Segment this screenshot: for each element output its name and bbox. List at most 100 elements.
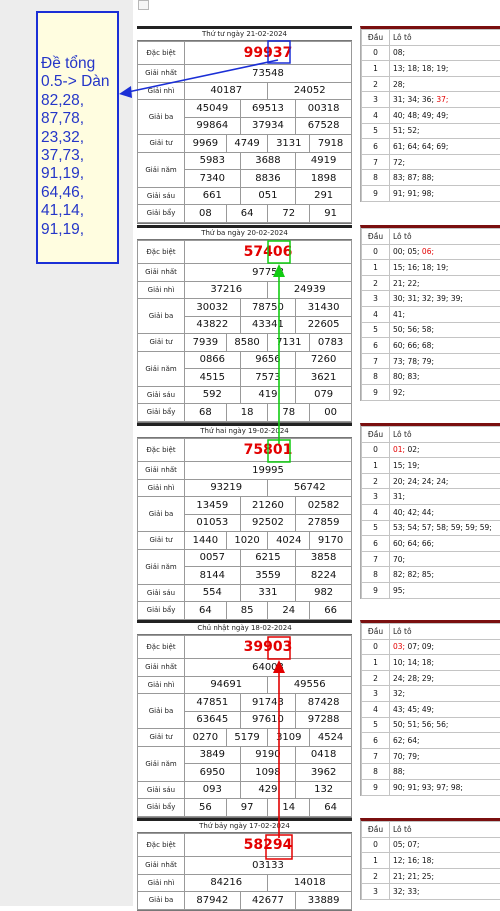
loto-head-digit: 2 [362,473,390,489]
loto-numbers: 21; 22; [390,275,500,291]
third-prize-value: 97288 [296,711,352,729]
loto-numbers: 50; 51; 56; 56; [390,717,500,733]
loto-head-digit: 9 [362,582,390,598]
loto-row: 662; 64; [362,733,500,749]
loto-table: ĐầuLô tô005; 07;112; 16; 18;221; 21; 25;… [360,818,500,900]
loto-highlight: 03; [393,642,405,651]
loto-numbers: 53; 54; 57; 58; 59; 59; 59; [390,520,500,536]
loto-values: 53; 54; 57; 58; 59; 59; 59; [393,523,492,532]
loto-head-digit: 9 [362,185,390,201]
loto-row: 553; 54; 57; 58; 59; 59; 59; [362,520,500,536]
loto-numbers: 61; 64; 64; 69; [390,139,500,155]
loto-head-digit: 2 [362,76,390,92]
loto-row: 883; 87; 88; [362,170,500,186]
fifth-prize-value: 3858 [296,549,352,567]
loto-row: 224; 28; 29; [362,670,500,686]
loto-row: 660; 64; 66; [362,536,500,552]
loto-head-digit: 3 [362,686,390,702]
loto-row: 440; 48; 49; 49; [362,107,500,123]
prize-label: Giải nhì [138,479,185,497]
loto-numbers: 31; 34; 36; 37; [390,92,500,108]
sixth-prize-value: 291 [296,187,352,205]
loto-values: 21; 22; [393,279,420,288]
loto-row: 661; 64; 64; 69; [362,139,500,155]
day-results-table: Thứ tư ngày 21-02-2024Đặc biệt99937Giải … [137,26,352,224]
loto-numbers: 73; 78; 79; [390,353,500,369]
draw-date: Thứ hai ngày 19-02-2024 [137,426,352,438]
sixth-prize-value: 592 [185,386,241,404]
loto-label: Lô tô [390,30,500,46]
loto-numbers: 80; 83; [390,369,500,385]
draw-date: Chủ nhật ngày 18-02-2024 [137,623,352,635]
fifth-prize-value: 7260 [296,351,352,369]
fourth-prize-value: 1440 [185,532,227,550]
seventh-prize-value: 91 [310,205,352,223]
loto-numbers: 60; 66; 68; [390,338,500,354]
loto-values: 90; 91; 93; 97; 98; [393,783,463,792]
prize-label: Giải ba [138,100,185,135]
loto-numbers: 24; 28; 29; [390,670,500,686]
third-prize-value: 01053 [185,514,241,532]
loto-head-digit: 6 [362,338,390,354]
loto-label: Lô tô [390,229,500,245]
fourth-prize-value: 9170 [310,532,352,550]
third-prize-value: 22605 [296,316,352,334]
prize-label: Giải tư [138,532,185,550]
annotation-text: Đề tổng 0.5-> Dàn 82,28, 87,78, 23,32, 3… [41,55,116,239]
day-results-table: Chủ nhật ngày 18-02-2024Đặc biệt39903Giả… [137,620,352,818]
loto-values: 31; [393,492,405,501]
loto-head-digit: 5 [362,520,390,536]
loto-row: 992; [362,384,500,400]
sixth-prize-value: 419 [240,386,296,404]
prize-label: Giải nhất [138,65,185,83]
loto-head-digit: 5 [362,717,390,733]
loto-head-digit: 8 [362,567,390,583]
loto-row: 332; 33; [362,884,500,900]
loto-values: 82; 82; 85; [393,570,434,579]
loto-values: 31; 34; 36; [393,95,436,104]
day-results-table: Thứ bảy ngày 17-02-2024Đặc biệt58294Giải… [137,818,352,911]
prize-label: Giải nhất [138,264,185,282]
loto-values: 61; 64; 64; 69; [393,142,448,151]
loto-numbers: 92; [390,384,500,400]
loto-head-label: Đầu [362,624,390,640]
loto-row: 003; 07; 09; [362,639,500,655]
seventh-prize-value: 18 [226,404,268,422]
sixth-prize-value: 051 [240,187,296,205]
loto-row: 660; 66; 68; [362,338,500,354]
loto-values: 70; [393,555,405,564]
loto-numbers: 43; 45; 49; [390,701,500,717]
seventh-prize-value: 85 [226,602,268,620]
seventh-prize-value: 64 [310,799,352,817]
third-prize-value: 47851 [185,694,241,712]
loto-row: 228; [362,76,500,92]
loto-row: 220; 24; 24; 24; [362,473,500,489]
loto-head-digit: 4 [362,701,390,717]
fourth-prize-value: 4024 [268,532,310,550]
prize-label: Giải nhì [138,874,185,892]
prize-label: Giải nhất [138,462,185,480]
third-prize-value: 87428 [296,694,352,712]
sixth-prize-value: 331 [240,584,296,602]
prize-label: Giải tư [138,729,185,747]
loto-row: 221; 21; 25; [362,868,500,884]
prize-label: Giải nhất [138,659,185,677]
third-prize-value: 45049 [185,100,241,118]
loto-head-digit: 1 [362,61,390,77]
fifth-prize-value: 3688 [240,152,296,170]
loto-values: 50; 56; 58; [393,325,434,334]
prize-label: Giải ba [138,497,185,532]
loto-values: 50; 51; 56; 56; [393,720,448,729]
loto-head-digit: 0 [362,837,390,853]
prize-label: Đặc biệt [138,834,185,857]
third-prize-value: 37934 [240,117,296,135]
loto-head-digit: 3 [362,291,390,307]
loto-head-digit: 4 [362,306,390,322]
seventh-prize-value: 66 [310,602,352,620]
loto-head-digit: 2 [362,670,390,686]
loto-row: 331; [362,489,500,505]
seventh-prize-value: 56 [185,799,227,817]
prize-label: Đặc biệt [138,636,185,659]
seventh-prize-value: 72 [268,205,310,223]
loto-numbers: 05; 07; [390,837,500,853]
